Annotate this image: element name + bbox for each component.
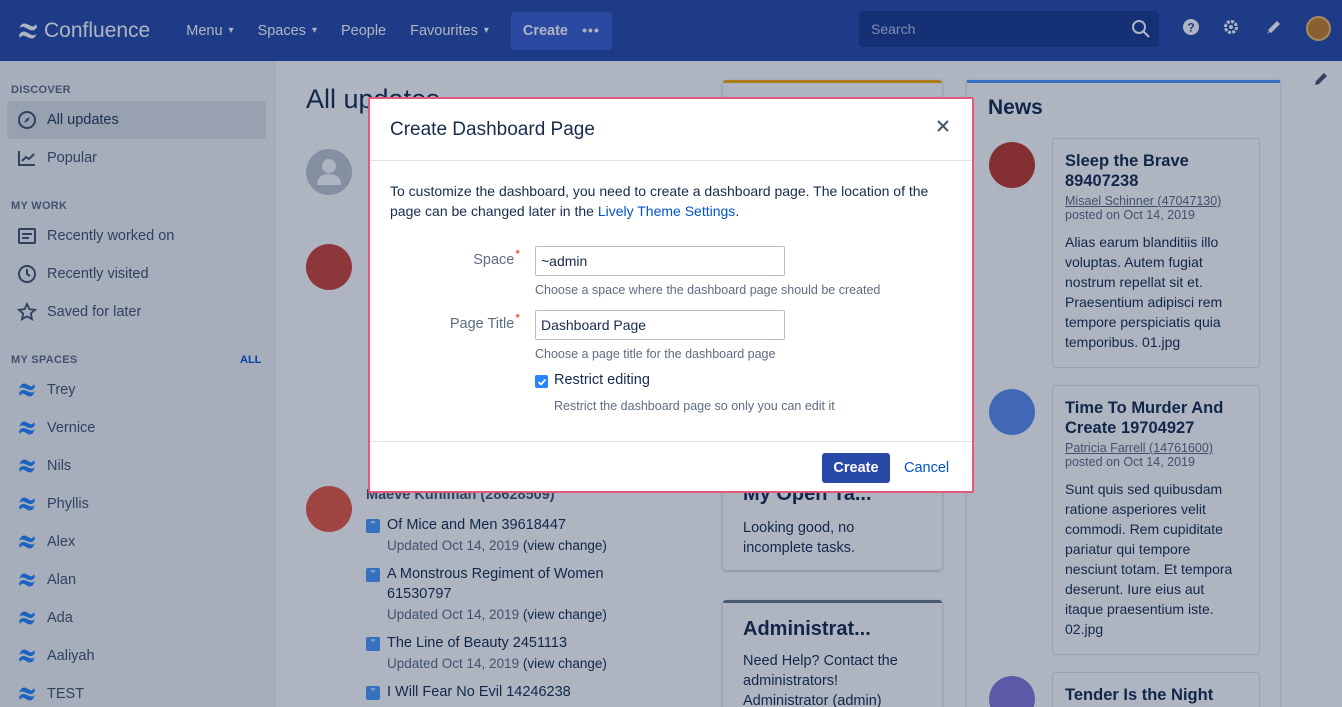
restrict-editing-checkbox[interactable] — [535, 375, 548, 388]
space-label-text: Space — [473, 252, 515, 268]
lively-theme-settings-link[interactable]: Lively Theme Settings — [598, 203, 735, 219]
space-input[interactable] — [535, 246, 785, 276]
create-dashboard-dialog: Create Dashboard Page To customize the d… — [368, 97, 974, 493]
page-title-input[interactable] — [535, 310, 785, 340]
space-help-text: Choose a space where the dashboard page … — [535, 283, 881, 297]
page-title-help-text: Choose a page title for the dashboard pa… — [535, 347, 776, 361]
dialog-footer: Create Cancel — [370, 441, 972, 493]
page-title-label-text: Page Title — [449, 316, 515, 332]
page-title-label: Page Title* — [370, 311, 520, 332]
dialog-title: Create Dashboard Page — [390, 118, 595, 140]
description-end: . — [735, 203, 740, 219]
restrict-editing-help: Restrict the dashboard page so only you … — [554, 399, 835, 413]
close-icon[interactable] — [936, 119, 950, 133]
required-marker: * — [515, 311, 520, 325]
restrict-editing-label[interactable]: Restrict editing — [554, 372, 650, 388]
dialog-header: Create Dashboard Page — [370, 99, 972, 161]
dialog-description: To customize the dashboard, you need to … — [390, 181, 950, 221]
checkmark-icon — [537, 378, 546, 386]
cancel-button[interactable]: Cancel — [904, 460, 949, 476]
required-marker: * — [515, 247, 520, 261]
create-button[interactable]: Create — [822, 453, 890, 483]
space-label: Space* — [370, 247, 520, 268]
